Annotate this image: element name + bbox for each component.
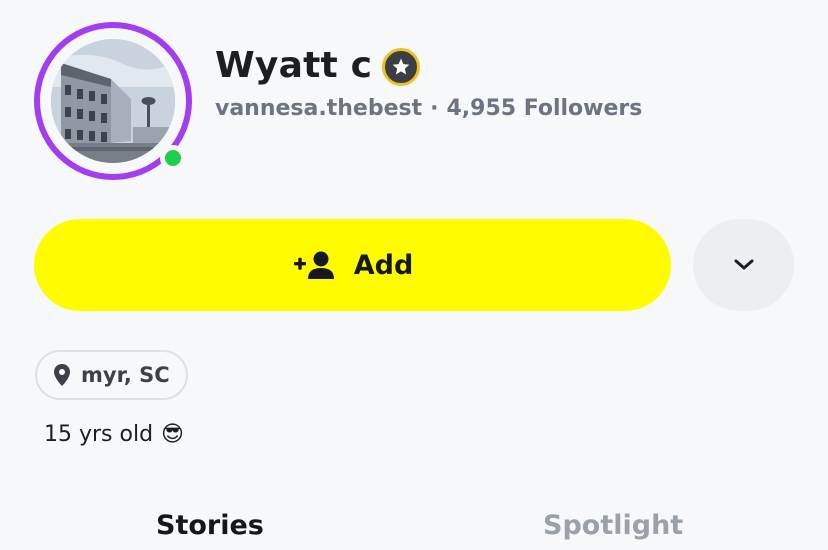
bio: 15 yrs old 😎 (44, 422, 184, 447)
star-icon[interactable] (382, 48, 421, 86)
followers-count[interactable]: 4,955 Followers (446, 96, 642, 121)
bio-text: 15 yrs old (44, 422, 154, 447)
avatar-photo (51, 39, 175, 163)
tab-spotlight[interactable]: Spotlight (543, 510, 683, 541)
separator: · (430, 96, 439, 121)
location-text: myr, SC (81, 363, 170, 387)
more-options-button[interactable] (693, 219, 794, 311)
star-glyph (392, 58, 410, 75)
display-name: Wyatt c (215, 44, 373, 86)
avatar (51, 39, 175, 163)
profile-subline: vannesa.thebest · 4,955 Followers (215, 96, 642, 121)
location-chip[interactable]: myr, SC (35, 350, 188, 400)
tab-stories[interactable]: Stories (156, 510, 264, 541)
online-status-dot (160, 145, 186, 171)
add-friend-button[interactable]: Add (34, 219, 671, 311)
add-button-label: Add (353, 249, 414, 281)
chevron-down-icon (734, 259, 753, 270)
name-row: Wyatt c (215, 44, 421, 86)
username[interactable]: vannesa.thebest (215, 96, 422, 121)
add-friend-icon (293, 251, 334, 279)
sunglasses-emoji-icon: 😎 (161, 422, 184, 447)
profile-tabs: Stories Spotlight (0, 510, 828, 550)
location-pin-icon (54, 364, 70, 386)
